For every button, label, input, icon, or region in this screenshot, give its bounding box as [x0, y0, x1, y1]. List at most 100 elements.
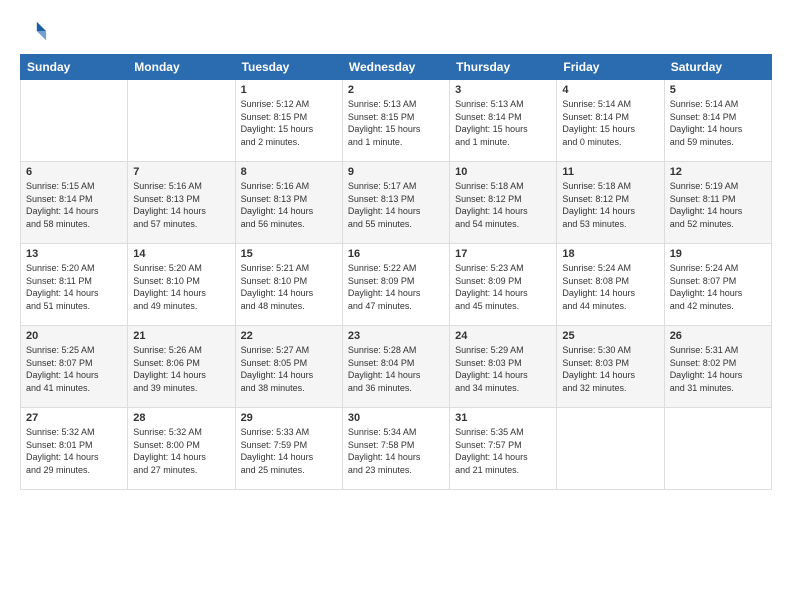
day-info: Sunrise: 5:32 AM Sunset: 8:01 PM Dayligh…: [26, 426, 122, 476]
day-info: Sunrise: 5:13 AM Sunset: 8:15 PM Dayligh…: [348, 98, 444, 148]
calendar-cell: 17 Sunrise: 5:23 AM Sunset: 8:09 PM Dayli…: [450, 244, 557, 326]
calendar-cell: 23Sunrise: 5:28 AM Sunset: 8:04 PM Dayli…: [342, 326, 449, 408]
calendar-cell: 31 Sunrise: 5:35 AM Sunset: 7:57 PM Dayli…: [450, 408, 557, 490]
calendar-cell: [557, 408, 664, 490]
day-number: 1: [241, 84, 337, 96]
calendar-cell: 9Sunrise: 5:17 AM Sunset: 8:13 PM Daylig…: [342, 162, 449, 244]
day-info: Sunrise: 5:14 AM Sunset: 8:14 PM Dayligh…: [562, 98, 658, 148]
day-info: Sunrise: 5:20 AM Sunset: 8:10 PM Dayligh…: [133, 262, 229, 312]
calendar-week-row: 13 Sunrise: 5:20 AM Sunset: 8:11 PM Dayli…: [21, 244, 772, 326]
day-number: 16: [348, 248, 444, 260]
day-info: Sunrise: 5:29 AM Sunset: 8:03 PM Dayligh…: [455, 344, 551, 394]
day-info: Sunrise: 5:16 AM Sunset: 8:13 PM Dayligh…: [241, 180, 337, 230]
day-number: 28: [133, 412, 229, 424]
day-info: Sunrise: 5:20 AM Sunset: 8:11 PM Dayligh…: [26, 262, 122, 312]
calendar-cell: 16 Sunrise: 5:22 AM Sunset: 8:09 PM Dayli…: [342, 244, 449, 326]
calendar-cell: 30Sunrise: 5:34 AM Sunset: 7:58 PM Dayli…: [342, 408, 449, 490]
calendar-week-row: 6 Sunrise: 5:15 AM Sunset: 8:14 PM Daylig…: [21, 162, 772, 244]
calendar-cell: 1 Sunrise: 5:12 AM Sunset: 8:15 PM Daylig…: [235, 80, 342, 162]
day-info: Sunrise: 5:23 AM Sunset: 8:09 PM Dayligh…: [455, 262, 551, 312]
weekday-header: Sunday: [21, 55, 128, 80]
day-info: Sunrise: 5:22 AM Sunset: 8:09 PM Dayligh…: [348, 262, 444, 312]
day-number: 18: [562, 248, 658, 260]
calendar-week-row: 20 Sunrise: 5:25 AM Sunset: 8:07 PM Dayli…: [21, 326, 772, 408]
day-number: 2: [348, 84, 444, 96]
weekday-header: Friday: [557, 55, 664, 80]
calendar-cell: 18Sunrise: 5:24 AM Sunset: 8:08 PM Dayli…: [557, 244, 664, 326]
day-info: Sunrise: 5:17 AM Sunset: 8:13 PM Dayligh…: [348, 180, 444, 230]
day-info: Sunrise: 5:26 AM Sunset: 8:06 PM Dayligh…: [133, 344, 229, 394]
calendar-week-row: 1 Sunrise: 5:12 AM Sunset: 8:15 PM Daylig…: [21, 80, 772, 162]
day-number: 21: [133, 330, 229, 342]
calendar-cell: 29 Sunrise: 5:33 AM Sunset: 7:59 PM Dayli…: [235, 408, 342, 490]
calendar-cell: 11 Sunrise: 5:18 AM Sunset: 8:12 PM Dayli…: [557, 162, 664, 244]
calendar-cell: 22 Sunrise: 5:27 AM Sunset: 8:05 PM Dayli…: [235, 326, 342, 408]
day-number: 25: [562, 330, 658, 342]
calendar-cell: 20 Sunrise: 5:25 AM Sunset: 8:07 PM Dayli…: [21, 326, 128, 408]
day-info: Sunrise: 5:32 AM Sunset: 8:00 PM Dayligh…: [133, 426, 229, 476]
day-number: 23: [348, 330, 444, 342]
logo-icon: [20, 18, 48, 46]
weekday-header: Monday: [128, 55, 235, 80]
calendar-cell: 19 Sunrise: 5:24 AM Sunset: 8:07 PM Dayli…: [664, 244, 771, 326]
day-number: 7: [133, 166, 229, 178]
weekday-header: Thursday: [450, 55, 557, 80]
calendar-cell: 3 Sunrise: 5:13 AM Sunset: 8:14 PM Daylig…: [450, 80, 557, 162]
day-info: Sunrise: 5:14 AM Sunset: 8:14 PM Dayligh…: [670, 98, 766, 148]
day-number: 22: [241, 330, 337, 342]
page: SundayMondayTuesdayWednesdayThursdayFrid…: [0, 0, 792, 612]
day-number: 5: [670, 84, 766, 96]
calendar-cell: 7 Sunrise: 5:16 AM Sunset: 8:13 PM Daylig…: [128, 162, 235, 244]
calendar-cell: 12 Sunrise: 5:19 AM Sunset: 8:11 PM Dayli…: [664, 162, 771, 244]
day-info: Sunrise: 5:33 AM Sunset: 7:59 PM Dayligh…: [241, 426, 337, 476]
day-number: 6: [26, 166, 122, 178]
day-number: 12: [670, 166, 766, 178]
day-number: 26: [670, 330, 766, 342]
calendar-cell: 4 Sunrise: 5:14 AM Sunset: 8:14 PM Daylig…: [557, 80, 664, 162]
day-number: 20: [26, 330, 122, 342]
weekday-header: Wednesday: [342, 55, 449, 80]
day-number: 31: [455, 412, 551, 424]
calendar-week-row: 27Sunrise: 5:32 AM Sunset: 8:01 PM Dayli…: [21, 408, 772, 490]
calendar-cell: 25 Sunrise: 5:30 AM Sunset: 8:03 PM Dayli…: [557, 326, 664, 408]
day-info: Sunrise: 5:30 AM Sunset: 8:03 PM Dayligh…: [562, 344, 658, 394]
day-number: 19: [670, 248, 766, 260]
day-number: 29: [241, 412, 337, 424]
weekday-header: Saturday: [664, 55, 771, 80]
day-number: 17: [455, 248, 551, 260]
day-info: Sunrise: 5:12 AM Sunset: 8:15 PM Dayligh…: [241, 98, 337, 148]
calendar-cell: 27Sunrise: 5:32 AM Sunset: 8:01 PM Dayli…: [21, 408, 128, 490]
day-info: Sunrise: 5:27 AM Sunset: 8:05 PM Dayligh…: [241, 344, 337, 394]
day-info: Sunrise: 5:18 AM Sunset: 8:12 PM Dayligh…: [562, 180, 658, 230]
weekday-header: Tuesday: [235, 55, 342, 80]
calendar-cell: 13 Sunrise: 5:20 AM Sunset: 8:11 PM Dayli…: [21, 244, 128, 326]
day-number: 4: [562, 84, 658, 96]
weekday-header-row: SundayMondayTuesdayWednesdayThursdayFrid…: [21, 55, 772, 80]
calendar-cell: 10 Sunrise: 5:18 AM Sunset: 8:12 PM Dayli…: [450, 162, 557, 244]
day-number: 24: [455, 330, 551, 342]
calendar-cell: 8 Sunrise: 5:16 AM Sunset: 8:13 PM Daylig…: [235, 162, 342, 244]
day-info: Sunrise: 5:16 AM Sunset: 8:13 PM Dayligh…: [133, 180, 229, 230]
calendar-cell: 2 Sunrise: 5:13 AM Sunset: 8:15 PM Daylig…: [342, 80, 449, 162]
day-number: 11: [562, 166, 658, 178]
header: [20, 18, 772, 46]
calendar-cell: 14 Sunrise: 5:20 AM Sunset: 8:10 PM Dayli…: [128, 244, 235, 326]
day-info: Sunrise: 5:31 AM Sunset: 8:02 PM Dayligh…: [670, 344, 766, 394]
day-info: Sunrise: 5:21 AM Sunset: 8:10 PM Dayligh…: [241, 262, 337, 312]
day-info: Sunrise: 5:25 AM Sunset: 8:07 PM Dayligh…: [26, 344, 122, 394]
day-info: Sunrise: 5:35 AM Sunset: 7:57 PM Dayligh…: [455, 426, 551, 476]
day-info: Sunrise: 5:19 AM Sunset: 8:11 PM Dayligh…: [670, 180, 766, 230]
calendar-cell: [128, 80, 235, 162]
day-info: Sunrise: 5:13 AM Sunset: 8:14 PM Dayligh…: [455, 98, 551, 148]
day-info: Sunrise: 5:24 AM Sunset: 8:07 PM Dayligh…: [670, 262, 766, 312]
day-number: 13: [26, 248, 122, 260]
day-number: 8: [241, 166, 337, 178]
day-info: Sunrise: 5:18 AM Sunset: 8:12 PM Dayligh…: [455, 180, 551, 230]
day-number: 10: [455, 166, 551, 178]
day-number: 3: [455, 84, 551, 96]
calendar-cell: [21, 80, 128, 162]
calendar-cell: 21 Sunrise: 5:26 AM Sunset: 8:06 PM Dayli…: [128, 326, 235, 408]
day-number: 15: [241, 248, 337, 260]
day-info: Sunrise: 5:15 AM Sunset: 8:14 PM Dayligh…: [26, 180, 122, 230]
day-number: 14: [133, 248, 229, 260]
